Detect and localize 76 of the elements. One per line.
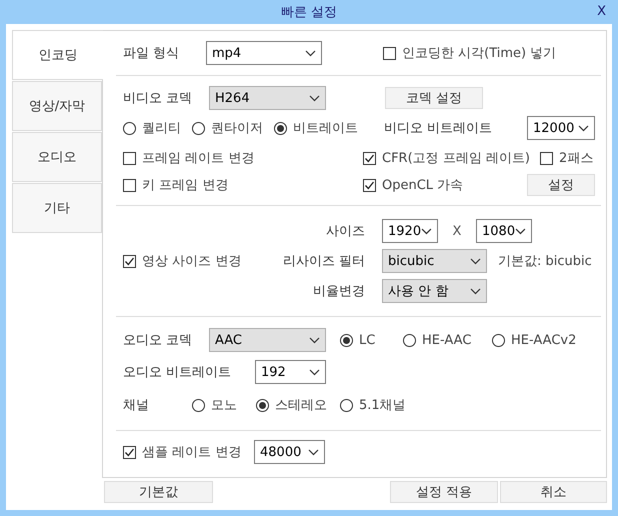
chevron-icon: [305, 50, 316, 56]
checkbox[interactable]: [123, 152, 136, 164]
dropdown[interactable]: 1080: [476, 219, 532, 243]
cancel-button[interactable]: 취소: [500, 481, 607, 503]
checkbox-label: 영상 사이즈 변경: [142, 253, 242, 270]
chevron-icon: [470, 258, 481, 264]
radio-button[interactable]: [403, 334, 416, 346]
radio-label: HE-AACv2: [511, 332, 576, 348]
dropdown[interactable]: AAC: [209, 328, 326, 352]
checkbox-label: 인코딩한 시각(Time) 넣기: [402, 45, 556, 62]
checkbox[interactable]: [123, 254, 136, 268]
chevron-icon: [309, 368, 320, 376]
chevron-icon: [309, 94, 320, 102]
tab[interactable]: 기타: [12, 183, 102, 233]
tab[interactable]: 인코딩: [12, 30, 103, 80]
dropdown[interactable]: H264: [209, 86, 326, 110]
radio-label: 비트레이트: [293, 120, 358, 137]
radio-label: 퀀타이저: [211, 120, 263, 137]
checkbox[interactable]: [363, 178, 376, 192]
radio-label: 스테레오: [275, 397, 327, 414]
codec-settings-button[interactable]: 코덱 설정: [385, 87, 483, 109]
checkbox-label: 샘플 레이트 변경: [142, 444, 242, 461]
field-label: 비율변경: [312, 283, 366, 300]
field-label: 사이즈: [325, 223, 366, 240]
checkbox-label: CFR(고정 프레임 레이트): [382, 150, 530, 167]
dropdown[interactable]: 사용 안 함: [382, 279, 487, 303]
radio-button[interactable]: [123, 122, 136, 134]
close-button[interactable]: X: [597, 4, 606, 19]
checkbox[interactable]: [123, 178, 136, 192]
window-title: 빠른 설정: [280, 4, 338, 21]
checkbox[interactable]: [383, 46, 396, 60]
chevron-icon: [470, 288, 481, 294]
checkbox[interactable]: [540, 152, 553, 164]
checkbox-label: OpenCL 가속: [382, 177, 464, 194]
chevron-icon: [309, 336, 320, 344]
dropdown[interactable]: 48000: [254, 440, 325, 464]
checkbox[interactable]: [123, 446, 136, 458]
radio-button[interactable]: [492, 334, 505, 346]
field-label: 오디오 비트레이트: [123, 364, 232, 381]
checkbox-label: 키 프레임 변경: [142, 177, 228, 194]
chevron-icon: [578, 124, 589, 132]
chevron-icon: [421, 228, 432, 234]
field-label: 비디오 코덱: [123, 90, 194, 107]
radio-label: LC: [359, 332, 376, 348]
chevron-icon: [515, 228, 526, 234]
default-value-text: 기본값: bicubic: [498, 253, 593, 270]
checkbox[interactable]: [363, 152, 376, 164]
chevron-icon: [308, 448, 319, 456]
radio-label: 5.1채널: [359, 397, 406, 414]
radio-label: 모노: [211, 397, 237, 414]
field-label: 채널: [123, 397, 150, 414]
radio-button[interactable]: [274, 122, 287, 134]
radio-button[interactable]: [192, 398, 205, 412]
field-label: 오디오 코덱: [123, 332, 194, 349]
checkbox-label: 2패스: [559, 150, 594, 167]
field-label: 파일 형식: [123, 45, 180, 62]
dropdown[interactable]: 1920: [382, 219, 438, 243]
default-button[interactable]: 기본값: [104, 481, 213, 503]
tab[interactable]: 영상/자막: [12, 81, 102, 131]
radio-label: 퀄리티: [142, 120, 181, 137]
opencl-settings-button[interactable]: 설정: [527, 174, 595, 196]
field-label: 리사이즈 필터: [282, 253, 366, 270]
radio-button[interactable]: [256, 398, 269, 412]
checkbox-label: 프레임 레이트 변경: [142, 150, 254, 167]
times-label: X: [452, 224, 462, 238]
dropdown[interactable]: mp4: [206, 41, 322, 65]
dropdown[interactable]: 12000: [527, 116, 595, 140]
apply-button[interactable]: 설정 적용: [390, 481, 498, 503]
field-label: 비디오 비트레이트: [384, 120, 494, 137]
dropdown[interactable]: 192: [255, 360, 326, 384]
dropdown[interactable]: bicubic: [382, 249, 487, 273]
radio-button[interactable]: [340, 398, 353, 412]
radio-label: HE-AAC: [422, 332, 472, 348]
radio-button[interactable]: [340, 334, 353, 346]
radio-button[interactable]: [192, 122, 205, 134]
tab[interactable]: 오디오: [12, 132, 102, 182]
